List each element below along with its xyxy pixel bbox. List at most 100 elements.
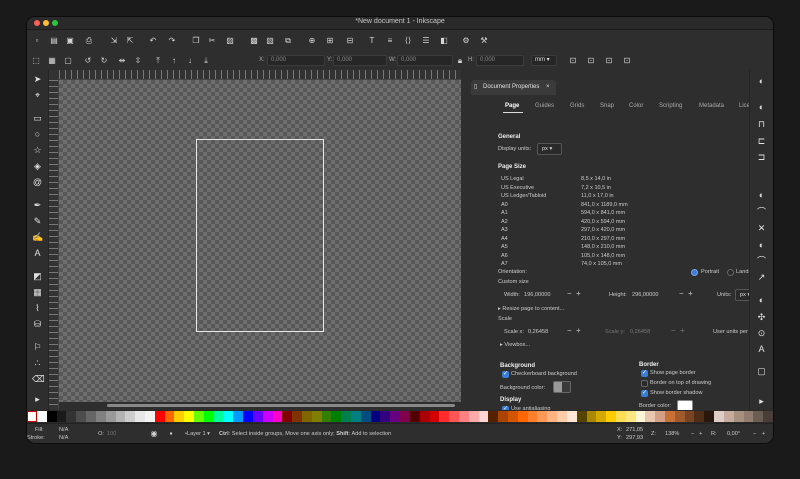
rotation-decrement-button[interactable]: − [753,430,756,438]
snap-page-icon[interactable]: ▢ [756,366,767,377]
y-field[interactable]: 0,000 [333,55,387,66]
color-swatch[interactable] [557,411,567,422]
color-swatch[interactable] [635,411,646,422]
color-swatch[interactable] [272,411,283,422]
page-size-row[interactable]: US Legal 8,5 x 14,0 in [501,176,611,182]
x-field[interactable]: 0,000 [267,55,325,66]
width-increment-button[interactable]: + [576,289,581,298]
calligraphy-tool-icon[interactable]: ✍ [32,232,43,243]
height-field[interactable]: 296,00000 [632,291,658,299]
color-swatch[interactable] [665,411,675,422]
layer-lock-icon[interactable]: ▪ [166,429,176,439]
viewbox-expander[interactable]: ▸ Viewbox... [500,341,530,349]
color-swatch[interactable] [351,411,361,422]
color-swatch[interactable] [194,411,204,422]
rectangle-tool-icon[interactable]: ▭ [32,113,43,124]
color-swatch[interactable] [586,411,597,422]
color-swatch[interactable] [370,411,381,422]
move-gradients-icon[interactable]: ⊡ [604,56,614,66]
tab-grids[interactable]: Grids [570,103,584,109]
paint-bucket-tool-icon[interactable]: ⛁ [32,319,43,330]
zoom-decrement-button[interactable]: − [691,430,694,438]
group-icon[interactable]: ▩ [249,36,259,46]
show-border-shadow-checkbox[interactable]: ✓ [641,390,648,397]
layers-icon[interactable]: ☰ [421,36,431,46]
color-swatch[interactable] [380,411,391,422]
color-swatch[interactable] [37,411,47,422]
zoom-selection-icon[interactable]: ⊕ [307,36,317,46]
color-swatch[interactable] [458,411,469,422]
page-size-row[interactable]: US Executive 7,2 x 10,5 in [501,185,611,191]
color-swatch[interactable] [694,411,705,422]
color-palette[interactable] [27,410,773,423]
fill-value[interactable]: N/A [59,426,68,434]
rotation-increment-button[interactable]: + [762,430,765,438]
align-icon[interactable]: ≡ [385,36,395,46]
redo-icon[interactable]: ↷ [167,36,177,46]
color-swatch[interactable] [360,411,371,422]
vertical-ruler[interactable] [49,80,59,410]
selector-tool-icon[interactable]: ➤ [32,74,43,85]
more-snap-icon[interactable]: ▸ [756,396,767,407]
open-icon[interactable]: ▤ [49,36,59,46]
color-swatch[interactable] [527,411,538,422]
zoom-page-icon[interactable]: ⊟ [345,36,355,46]
rotate-cw-icon[interactable]: ↻ [99,56,109,66]
color-swatch[interactable] [615,411,626,422]
w-field[interactable]: 0,000 [397,55,453,66]
color-swatch[interactable] [478,411,489,422]
text-tool-icon[interactable]: A [32,248,43,259]
color-swatch[interactable] [223,411,234,422]
3d-box-tool-icon[interactable]: ◈ [32,161,43,172]
copy-icon[interactable]: ❐ [191,36,201,46]
color-swatch[interactable] [164,411,175,422]
color-swatch[interactable] [596,411,607,422]
show-page-border-checkbox[interactable]: ✓ [641,370,648,377]
ungroup-icon[interactable]: ▧ [265,36,275,46]
stroke-value[interactable]: N/A [59,434,68,442]
opacity-value[interactable]: 100 [107,430,116,438]
color-swatch[interactable] [684,411,695,422]
snap-bbox-edges-icon[interactable]: ⊓ [756,119,767,130]
color-swatch[interactable] [292,411,302,422]
color-swatch[interactable] [704,411,715,422]
text-icon[interactable]: T [367,36,377,46]
color-swatch[interactable] [311,411,322,422]
snap-others-icon[interactable]: ◐ [756,295,767,306]
color-swatch[interactable] [86,411,96,422]
color-swatch[interactable] [125,411,136,422]
ellipse-tool-icon[interactable]: ○ [32,129,43,140]
color-swatch[interactable] [331,411,342,422]
tab-snap[interactable]: Snap [600,103,614,109]
landscape-radio[interactable] [727,269,734,276]
color-swatch[interactable] [606,411,616,422]
color-swatch[interactable] [282,411,293,422]
flip-vertical-icon[interactable]: ⇳ [133,56,143,66]
color-swatch[interactable] [341,411,351,422]
color-swatch[interactable] [301,411,312,422]
tab-guides[interactable]: Guides [535,103,554,109]
more-tools-icon[interactable]: ▸ [32,394,43,405]
border-on-top-checkbox[interactable] [641,380,648,387]
scale-corners-icon[interactable]: ⊡ [586,56,596,66]
snap-text-icon[interactable]: A [756,344,767,355]
page-size-row[interactable]: A6 105,0 x 148,0 mm [501,253,625,259]
duplicate-icon[interactable]: ⧉ [283,36,293,46]
page-size-row[interactable]: A5 148,0 x 210,0 mm [501,244,625,250]
snap-intersections-icon[interactable]: ✕ [756,223,767,234]
color-swatch[interactable] [429,411,440,422]
gradient-tool-icon[interactable]: ◩ [32,271,43,282]
horizontal-ruler[interactable] [59,70,461,80]
save-icon[interactable]: ▣ [65,36,75,46]
color-swatch[interactable] [262,411,273,422]
page-size-row[interactable]: A7 74,0 x 105,0 mm [501,261,622,266]
dropper-tool-icon[interactable]: ⌇ [32,303,43,314]
snap-nodes-icon[interactable]: ◐ [756,190,767,201]
unit-select[interactable]: mm ▾ [531,55,557,66]
flip-horizontal-icon[interactable]: ⇹ [117,56,127,66]
page-size-row[interactable]: A2 420,0 x 594,0 mm [501,219,625,225]
color-swatch[interactable] [468,411,479,422]
rotation-value[interactable]: 0,00° [727,430,740,438]
width-field[interactable]: 196,00000 [524,291,550,299]
cut-icon[interactable]: ✂ [207,36,217,46]
